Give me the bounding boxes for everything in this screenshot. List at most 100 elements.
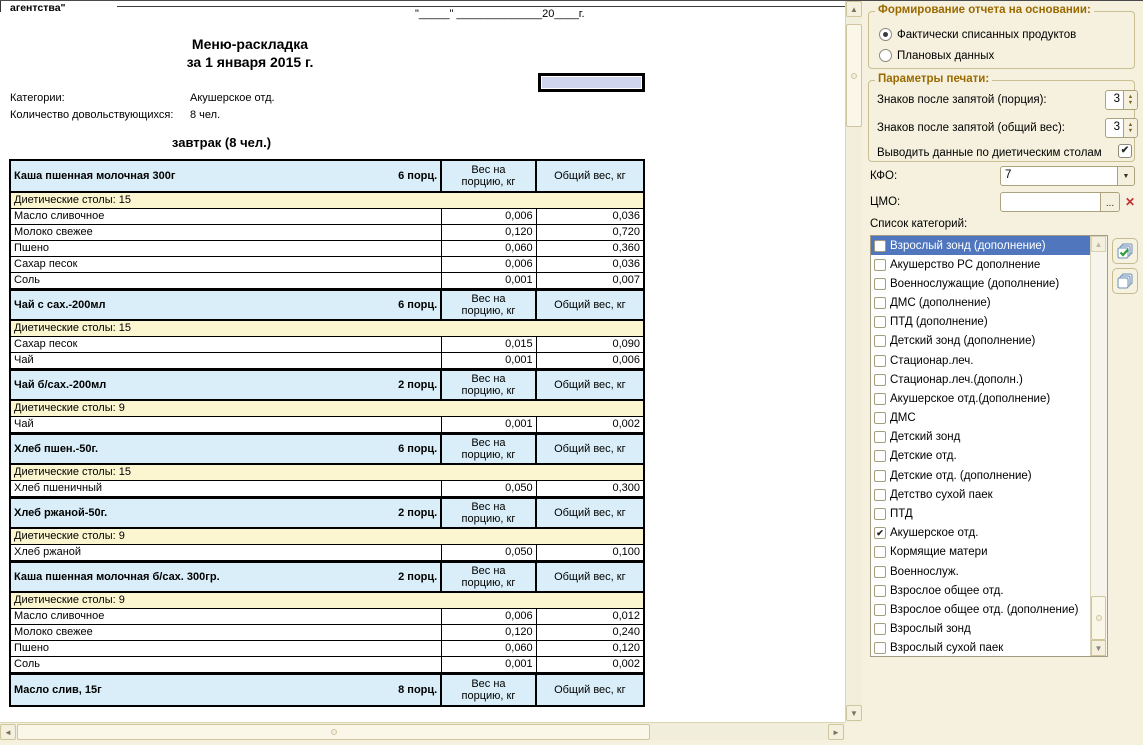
diet-tables-checkbox[interactable]: ✔ <box>1118 144 1132 158</box>
decimals-total-value[interactable]: 3 <box>1106 119 1123 137</box>
category-checkbox[interactable] <box>874 566 886 578</box>
category-checkbox[interactable] <box>874 508 886 520</box>
ingredient-row[interactable]: Чай0,0010,006 <box>11 353 643 369</box>
section-title-cell[interactable]: Чай с сах.-200мл6 порц. <box>11 291 442 319</box>
radio-icon[interactable] <box>879 28 892 41</box>
category-list-item[interactable]: ✔Акушерское отд. <box>871 524 1091 543</box>
diet-tables-row[interactable]: Диетические столы: 15 <box>11 321 643 337</box>
radio-actual-products[interactable]: Фактически списанных продуктов <box>879 28 1076 41</box>
kfo-combobox[interactable]: 7 ▼ <box>1000 166 1135 186</box>
category-list-item[interactable]: Акушерское отд.(дополнение) <box>871 389 1091 408</box>
category-checkbox[interactable] <box>874 259 886 271</box>
category-list-item[interactable]: Детский зонд <box>871 428 1091 447</box>
scroll-left-icon[interactable]: ◄ <box>0 724 16 740</box>
decimals-portion-value[interactable]: 3 <box>1106 91 1123 109</box>
document-vertical-scrollbar[interactable]: ▲ ▼ <box>845 1 862 722</box>
ingredient-row[interactable]: Молоко свежее0,1200,240 <box>11 625 643 641</box>
category-list-item[interactable]: Стационар.леч. <box>871 351 1091 370</box>
ingredient-row[interactable]: Хлеб пшеничный0,0500,300 <box>11 481 643 497</box>
scroll-right-icon[interactable]: ► <box>828 724 844 740</box>
diet-tables-row[interactable]: Диетические столы: 15 <box>11 465 643 481</box>
scroll-up-icon[interactable]: ▲ <box>1091 236 1106 252</box>
category-list-item[interactable]: Военнослужащие (дополнение) <box>871 274 1091 293</box>
chevron-down-icon[interactable]: ▼ <box>1117 167 1134 185</box>
category-list-scrollbar[interactable]: ▲ ▼ <box>1090 236 1107 656</box>
category-list[interactable]: Взрослый зонд (дополнение)Акушерство РС … <box>870 235 1108 657</box>
ingredient-row[interactable]: Масло сливочное0,0060,036 <box>11 209 643 225</box>
ingredient-row[interactable]: Пшено0,0600,360 <box>11 241 643 257</box>
category-list-item[interactable]: Взрослый сухой паек <box>871 639 1091 657</box>
clear-x-icon[interactable]: ✕ <box>1123 194 1137 210</box>
category-checkbox[interactable] <box>874 374 886 386</box>
ingredient-row[interactable]: Сахар песок0,0150,090 <box>11 337 643 353</box>
category-list-item[interactable]: Взрослый зонд <box>871 619 1091 638</box>
ellipsis-button[interactable]: ... <box>1100 193 1119 211</box>
diet-tables-row[interactable]: Диетические столы: 9 <box>11 401 643 417</box>
category-list-item[interactable]: Взрослое общее отд. <box>871 581 1091 600</box>
category-checkbox[interactable] <box>874 470 886 482</box>
ingredient-row[interactable]: Масло сливочное0,0060,012 <box>11 609 643 625</box>
diet-tables-row[interactable]: Диетические столы: 15 <box>11 193 643 209</box>
vertical-scroll-thumb[interactable] <box>846 24 862 127</box>
diet-tables-row[interactable]: Диетические столы: 9 <box>11 529 643 545</box>
category-list-item[interactable]: Кормящие матери <box>871 543 1091 562</box>
category-list-item[interactable]: ДМС <box>871 409 1091 428</box>
cmo-field[interactable]: ... <box>1000 192 1120 212</box>
spinner-buttons[interactable]: ▲▼ <box>1123 119 1137 137</box>
category-checkbox[interactable] <box>874 489 886 501</box>
ingredient-row[interactable]: Пшено0,0600,120 <box>11 641 643 657</box>
category-checkbox[interactable] <box>874 335 886 347</box>
decimals-total-spinner[interactable]: 3 ▲▼ <box>1105 118 1138 138</box>
uncheck-all-button[interactable] <box>1112 268 1138 294</box>
section-title-cell[interactable]: Хлеб пшен.-50г.6 порц. <box>11 435 442 463</box>
category-checkbox[interactable] <box>874 642 886 654</box>
diet-tables-row[interactable]: Диетические столы: 9 <box>11 593 643 609</box>
category-list-item[interactable]: ПТД <box>871 504 1091 523</box>
category-checkbox[interactable] <box>874 240 886 252</box>
section-header-row[interactable]: Хлеб ржаной-50г.2 порц.Вес на порцию, кг… <box>11 497 643 529</box>
category-checkbox[interactable] <box>874 355 886 367</box>
category-checkbox[interactable] <box>874 450 886 462</box>
kfo-value[interactable]: 7 <box>1001 167 1117 185</box>
decimals-portion-spinner[interactable]: 3 ▲▼ <box>1105 90 1138 110</box>
category-checkbox[interactable] <box>874 604 886 616</box>
category-list-item[interactable]: Детство сухой паек <box>871 485 1091 504</box>
document-horizontal-scrollbar[interactable]: ◄ ► <box>0 722 845 740</box>
ingredient-row[interactable]: Молоко свежее0,1200,720 <box>11 225 643 241</box>
section-header-row[interactable]: Чай с сах.-200мл6 порц.Вес на порцию, кг… <box>11 289 643 321</box>
category-list-item[interactable]: Детские отд. (дополнение) <box>871 466 1091 485</box>
section-title-cell[interactable]: Каша пшенная молочная 300г6 порц. <box>11 161 442 191</box>
radio-planned-data[interactable]: Плановых данных <box>879 49 994 62</box>
category-list-item[interactable]: Военнослуж. <box>871 562 1091 581</box>
category-list-item[interactable]: ПТД (дополнение) <box>871 313 1091 332</box>
category-checkbox[interactable] <box>874 585 886 597</box>
category-checkbox[interactable] <box>874 278 886 290</box>
list-scroll-thumb[interactable] <box>1091 596 1106 640</box>
category-checkbox[interactable]: ✔ <box>874 527 886 539</box>
ingredient-row[interactable]: Соль0,0010,007 <box>11 273 643 289</box>
ingredient-row[interactable]: Сахар песок0,0060,036 <box>11 257 643 273</box>
menu-table[interactable]: Каша пшенная молочная 300г6 порц.Вес на … <box>9 159 645 707</box>
section-header-row[interactable]: Каша пшенная молочная б/сах. 300гр.2 пор… <box>11 561 643 593</box>
scroll-down-icon[interactable]: ▼ <box>846 705 862 721</box>
radio-icon[interactable] <box>879 49 892 62</box>
section-title-cell[interactable]: Хлеб ржаной-50г.2 порц. <box>11 499 442 527</box>
category-checkbox[interactable] <box>874 316 886 328</box>
check-all-button[interactable] <box>1112 238 1138 264</box>
category-checkbox[interactable] <box>874 431 886 443</box>
section-header-row[interactable]: Чай б/сах.-200мл2 порц.Вес на порцию, кг… <box>11 369 643 401</box>
category-list-item[interactable]: Взрослое общее отд. (дополнение) <box>871 600 1091 619</box>
category-list-item[interactable]: ДМС (дополнение) <box>871 294 1091 313</box>
horizontal-scroll-thumb[interactable] <box>17 724 650 740</box>
spinner-buttons[interactable]: ▲▼ <box>1123 91 1137 109</box>
category-list-item[interactable]: Детский зонд (дополнение) <box>871 332 1091 351</box>
section-title-cell[interactable]: Масло слив, 15г8 порц. <box>11 675 442 705</box>
ingredient-row[interactable]: Чай0,0010,002 <box>11 417 643 433</box>
section-header-row[interactable]: Каша пшенная молочная 300г6 порц.Вес на … <box>11 161 643 193</box>
ingredient-row[interactable]: Хлеб ржаной0,0500,100 <box>11 545 643 561</box>
section-title-cell[interactable]: Чай б/сах.-200мл2 порц. <box>11 371 442 399</box>
report-document-view[interactable]: агентства" "_____" ______________20____г… <box>0 1 845 722</box>
category-checkbox[interactable] <box>874 297 886 309</box>
section-title-cell[interactable]: Каша пшенная молочная б/сах. 300гр.2 пор… <box>11 563 442 591</box>
selected-spreadsheet-cell[interactable] <box>538 73 645 92</box>
